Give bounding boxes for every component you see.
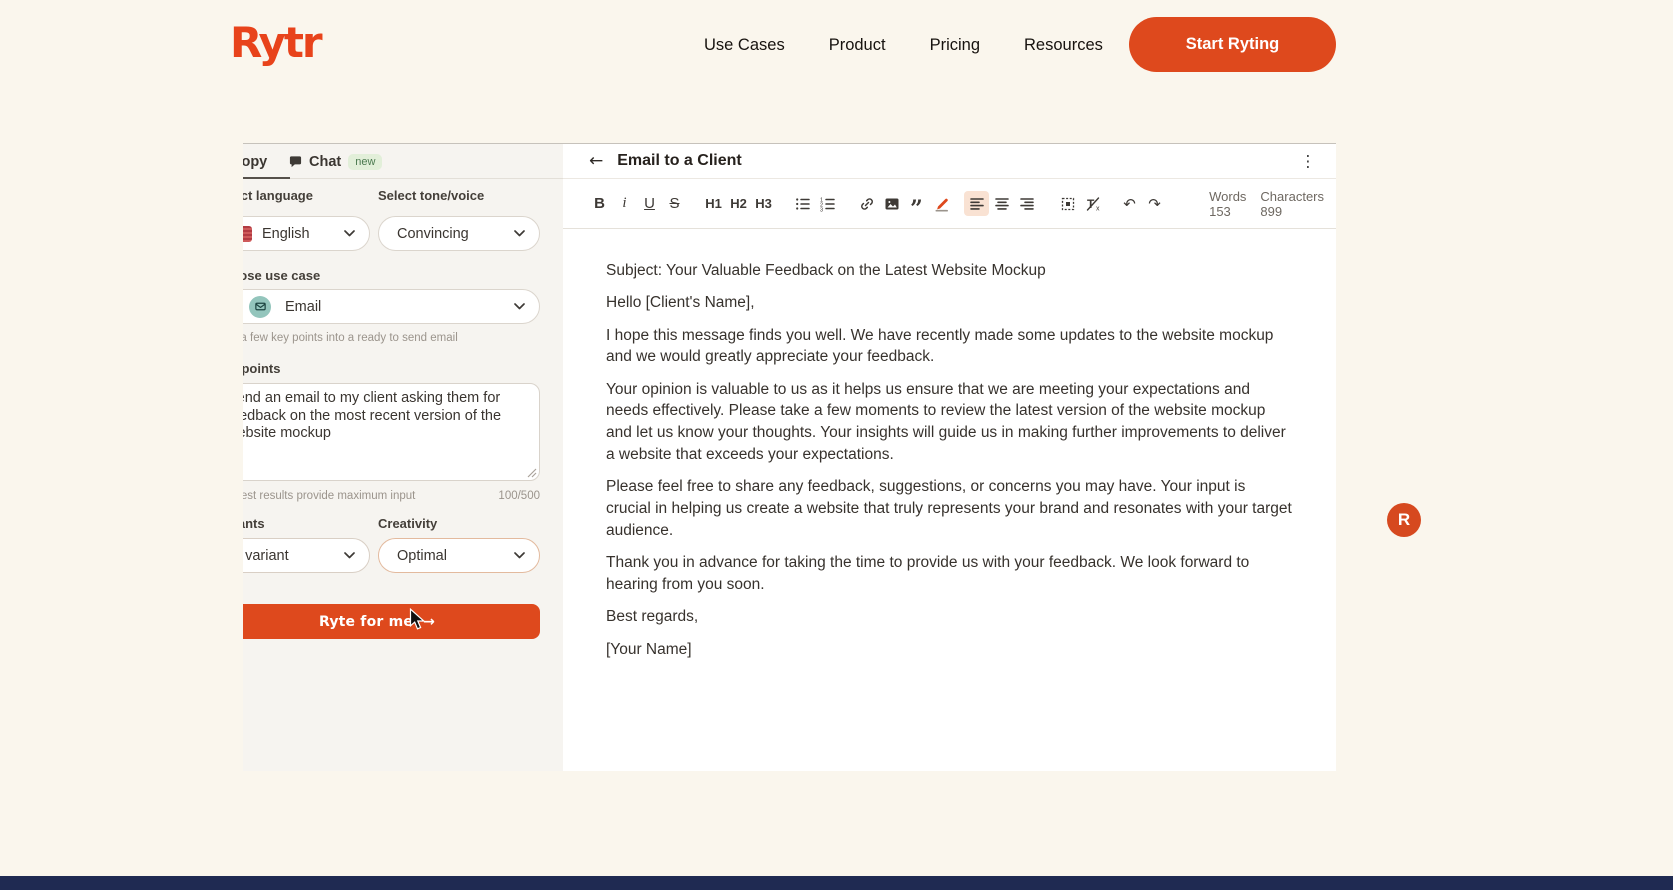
use-case-label: Choose use case: [243, 268, 320, 283]
language-label: Select language: [243, 188, 313, 203]
strikethrough-button[interactable]: S: [662, 191, 687, 216]
language-select[interactable]: English: [243, 216, 370, 251]
resize-handle-icon[interactable]: [527, 468, 537, 478]
chevron-down-icon: [344, 552, 355, 559]
bold-button[interactable]: B: [587, 191, 612, 216]
link-icon[interactable]: [854, 191, 879, 216]
characters-stat: Characters 899: [1260, 189, 1324, 219]
select-all-icon[interactable]: [1055, 191, 1080, 216]
align-right-icon[interactable]: [1014, 191, 1039, 216]
email-paragraph: Best regards,: [606, 606, 1294, 628]
variants-select[interactable]: 1 variant: [243, 538, 370, 573]
use-case-select[interactable]: Email: [243, 289, 540, 324]
kebab-menu-icon[interactable]: ⋮: [1300, 152, 1316, 171]
tone-label: Select tone/voice: [378, 188, 484, 203]
words-value: 153: [1209, 204, 1246, 219]
key-points-helper: For best results provide maximum input: [243, 490, 415, 502]
key-points-helper-row: For best results provide maximum input 1…: [243, 490, 540, 502]
creativity-value: Optimal: [397, 548, 447, 564]
highlight-pen-icon[interactable]: [929, 191, 954, 216]
nav-resources[interactable]: Resources: [1024, 36, 1103, 55]
email-paragraph: Thank you in advance for taking the time…: [606, 552, 1294, 596]
creativity-select[interactable]: Optimal: [378, 538, 540, 573]
document-stats: Words 153 Characters 899: [1209, 189, 1324, 219]
generator-sidebar: Copy Chat new Select language Select ton…: [243, 144, 563, 771]
back-arrow-icon[interactable]: ←: [589, 151, 603, 171]
rytr-assistant-badge[interactable]: R: [1387, 503, 1421, 537]
tone-select[interactable]: Convincing: [378, 216, 540, 251]
words-label: Words: [1209, 189, 1246, 204]
chevron-down-icon: [514, 552, 525, 559]
chevron-down-icon: [344, 230, 355, 237]
rytr-badge-letter: R: [1398, 510, 1410, 530]
document-editor: ← Email to a Client ⋮ B i U S H1 H2 H3 1…: [563, 144, 1336, 771]
email-paragraph: Hello [Client's Name],: [606, 292, 1294, 314]
ryte-for-me-button[interactable]: Ryte for me →: [243, 604, 540, 639]
characters-label: Characters: [1260, 189, 1324, 204]
email-paragraph: I hope this message finds you well. We h…: [606, 325, 1294, 369]
language-value: English: [262, 226, 310, 242]
underline-button[interactable]: U: [637, 191, 662, 216]
words-stat: Words 153: [1209, 189, 1246, 219]
bullet-list-icon[interactable]: [790, 191, 815, 216]
key-points-field: Send an email to my client asking them f…: [243, 383, 540, 481]
email-paragraph: [Your Name]: [606, 639, 1294, 661]
app-screenshot: Copy Chat new Select language Select ton…: [243, 143, 1336, 771]
variants-label: Variants: [243, 516, 265, 531]
use-case-description: Turn a few key points into a ready to se…: [243, 332, 458, 344]
use-case-value: Email: [285, 299, 321, 315]
document-title: Email to a Client: [617, 152, 741, 170]
h2-button[interactable]: H2: [726, 191, 751, 216]
h1-button[interactable]: H1: [701, 191, 726, 216]
clear-formatting-icon[interactable]: Tx: [1080, 191, 1105, 216]
image-icon[interactable]: [879, 191, 904, 216]
tone-value: Convincing: [397, 226, 469, 242]
formatting-toolbar: B i U S H1 H2 H3 123 ”: [563, 179, 1336, 229]
h3-button[interactable]: H3: [751, 191, 776, 216]
ryte-for-me-label: Ryte for me: [319, 614, 413, 630]
key-points-label: Key points: [243, 361, 280, 376]
char-counter: 100/500: [498, 490, 540, 502]
email-content[interactable]: Subject: Your Valuable Feedback on the L…: [563, 229, 1336, 771]
email-icon: [249, 296, 271, 318]
align-center-icon[interactable]: [989, 191, 1014, 216]
svg-text:3: 3: [820, 207, 823, 212]
footer-section-strip: [0, 876, 1673, 890]
key-points-textarea[interactable]: Send an email to my client asking them f…: [243, 383, 540, 481]
align-left-icon[interactable]: [964, 191, 989, 216]
variants-value: 1 variant: [243, 548, 289, 564]
rytr-logo[interactable]: Rytr: [230, 18, 321, 67]
language-flag-icon: [243, 226, 252, 242]
nav-use-cases[interactable]: Use Cases: [704, 36, 785, 55]
blockquote-icon[interactable]: ”: [904, 191, 929, 216]
nav-pricing[interactable]: Pricing: [930, 36, 980, 55]
svg-text:x: x: [1096, 205, 1100, 212]
arrow-right-icon: →: [423, 614, 435, 630]
email-paragraph: Subject: Your Valuable Feedback on the L…: [606, 260, 1294, 282]
chevron-down-icon: [514, 230, 525, 237]
undo-icon[interactable]: ↶: [1117, 191, 1142, 216]
italic-button[interactable]: i: [612, 191, 637, 216]
numbered-list-icon[interactable]: 123: [815, 191, 840, 216]
chevron-down-icon: [514, 303, 525, 310]
characters-value: 899: [1260, 204, 1324, 219]
editor-header: ← Email to a Client ⋮: [563, 144, 1336, 179]
redo-icon[interactable]: ↷: [1142, 191, 1167, 216]
nav-product[interactable]: Product: [829, 36, 886, 55]
creativity-label: Creativity: [378, 516, 437, 531]
main-nav: Use Cases Product Pricing Resources: [704, 0, 1103, 90]
email-paragraph: Your opinion is valuable to us as it hel…: [606, 379, 1294, 466]
sidebar-form: Select language Select tone/voice Englis…: [243, 144, 540, 771]
start-ryting-button[interactable]: Start Ryting: [1129, 17, 1336, 72]
email-paragraph: Please feel free to share any feedback, …: [606, 476, 1294, 541]
